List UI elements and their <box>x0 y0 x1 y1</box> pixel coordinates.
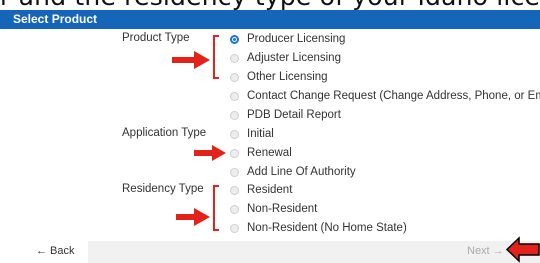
option-label: Resident <box>247 184 293 196</box>
option-label: Contact Change Request (Change Address, … <box>247 90 540 102</box>
next-button[interactable]: Next → <box>467 245 504 257</box>
radio-initial[interactable]: Initial <box>230 126 274 142</box>
radio-unchecked-icon <box>230 167 239 177</box>
radio-unchecked-icon <box>230 223 239 233</box>
radio-renewal[interactable]: Renewal <box>230 145 292 161</box>
radio-unchecked-icon <box>230 53 239 63</box>
radio-unchecked-icon <box>230 129 239 139</box>
option-label: PDB Detail Report <box>247 109 341 121</box>
section-title: Select Product <box>13 12 98 26</box>
option-label: Producer Licensing <box>247 33 346 45</box>
radio-unchecked-icon <box>230 204 239 214</box>
annotation-bracket <box>213 35 219 79</box>
option-label: Non-Resident (No Home State) <box>247 222 407 234</box>
option-label: Non-Resident <box>247 203 318 215</box>
radio-unchecked-icon <box>230 148 239 158</box>
residency-type-label: Residency Type <box>122 183 204 195</box>
back-button[interactable]: ← Back <box>36 245 75 257</box>
radio-unchecked-icon <box>230 185 239 195</box>
radio-contact-change-request[interactable]: Contact Change Request (Change Address, … <box>230 88 540 104</box>
section-header: Select Product <box>0 10 540 29</box>
radio-producer-licensing[interactable]: Producer Licensing <box>230 31 345 47</box>
red-arrow-icon <box>194 145 226 161</box>
radio-unchecked-icon <box>230 110 239 120</box>
option-label: Other Licensing <box>247 71 328 83</box>
radio-checked-icon <box>230 34 239 44</box>
radio-pdb-detail-report[interactable]: PDB Detail Report <box>230 107 341 123</box>
radio-adjuster-licensing[interactable]: Adjuster Licensing <box>230 50 341 66</box>
radio-unchecked-icon <box>230 72 239 82</box>
radio-non-resident-no-home-state[interactable]: Non-Resident (No Home State) <box>230 220 407 236</box>
red-outline-arrow-icon <box>505 236 540 263</box>
red-arrow-icon <box>176 208 210 226</box>
option-label: Adjuster Licensing <box>247 52 341 64</box>
annotation-bracket <box>213 185 219 231</box>
caption-text: r and the residency type of your Idaho l… <box>0 0 540 10</box>
red-arrow-icon <box>172 51 210 69</box>
radio-resident[interactable]: Resident <box>230 182 292 198</box>
application-type-label: Application Type <box>122 127 207 139</box>
footer-bar <box>88 241 450 263</box>
product-type-label: Product Type <box>122 32 190 44</box>
radio-unchecked-icon <box>230 91 239 101</box>
radio-other-licensing[interactable]: Other Licensing <box>230 69 328 85</box>
radio-add-line-of-authority[interactable]: Add Line Of Authority <box>230 164 356 180</box>
radio-non-resident[interactable]: Non-Resident <box>230 201 317 217</box>
option-label: Renewal <box>247 147 292 159</box>
option-label: Add Line Of Authority <box>247 166 356 178</box>
option-label: Initial <box>247 128 274 140</box>
